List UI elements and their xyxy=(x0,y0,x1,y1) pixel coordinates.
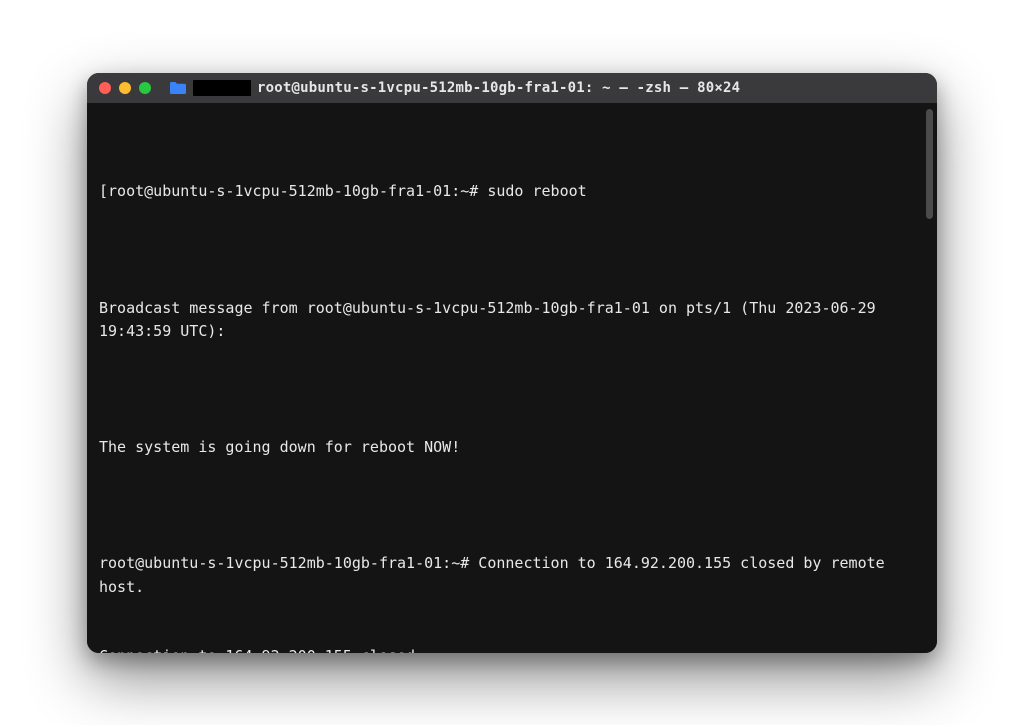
terminal-line: [root@ubuntu-s-1vcpu-512mb-10gb-fra1-01:… xyxy=(99,180,925,203)
terminal-line: Broadcast message from root@ubuntu-s-1vc… xyxy=(99,297,925,344)
terminal-body[interactable]: [root@ubuntu-s-1vcpu-512mb-10gb-fra1-01:… xyxy=(87,103,937,653)
redacted-title-segment xyxy=(193,80,251,96)
titlebar: root@ubuntu-s-1vcpu-512mb-10gb-fra1-01: … xyxy=(87,73,937,103)
scrollbar[interactable] xyxy=(926,109,933,219)
minimize-icon[interactable] xyxy=(119,82,131,94)
terminal-window: root@ubuntu-s-1vcpu-512mb-10gb-fra1-01: … xyxy=(87,73,937,653)
close-icon[interactable] xyxy=(99,82,111,94)
traffic-lights xyxy=(99,82,151,94)
maximize-icon[interactable] xyxy=(139,82,151,94)
prompt-text: [root@ubuntu-s-1vcpu-512mb-10gb-fra1-01:… xyxy=(99,182,487,200)
window-title: root@ubuntu-s-1vcpu-512mb-10gb-fra1-01: … xyxy=(257,80,740,96)
command-text: sudo reboot xyxy=(487,182,586,200)
terminal-line: The system is going down for reboot NOW! xyxy=(99,436,925,459)
terminal-line: root@ubuntu-s-1vcpu-512mb-10gb-fra1-01:~… xyxy=(99,552,925,599)
folder-icon xyxy=(169,81,187,95)
terminal-line: Connection to 164.92.200.155 closed. xyxy=(99,645,925,652)
